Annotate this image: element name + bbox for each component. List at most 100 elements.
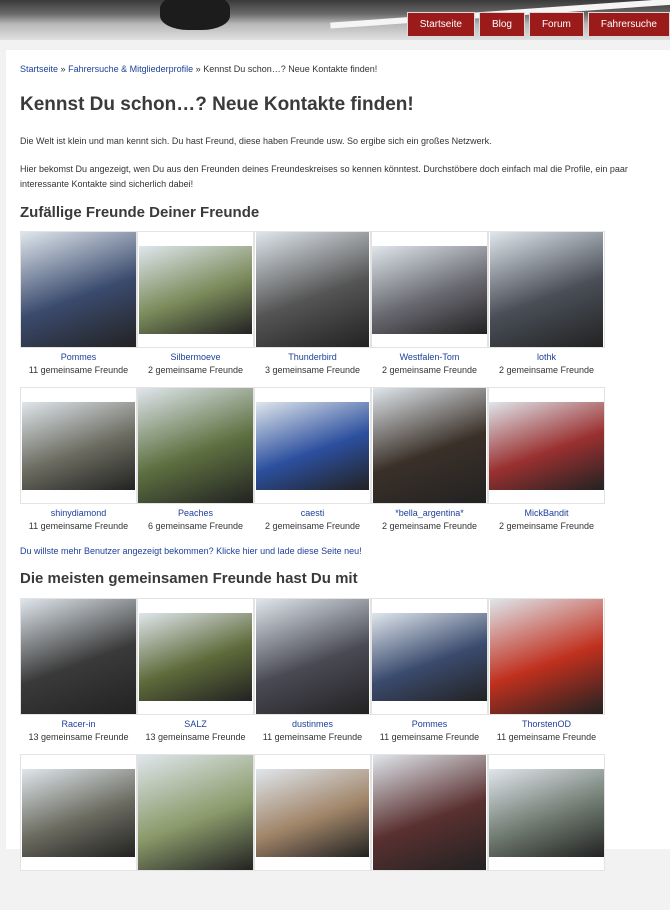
friend-photo[interactable] [137,231,254,348]
friend-name-link[interactable] [137,875,254,887]
friend-name-link[interactable] [254,875,371,887]
friend-name-link[interactable]: Racer-in [20,719,137,731]
friend-card: SALZ 13 gemeinsame Freunde [137,598,254,754]
profile-image [256,599,369,714]
friend-photo[interactable] [254,387,371,504]
friend-card: Westfalen-Tom 2 gemeinsame Freunde [371,231,488,387]
friend-photo[interactable] [254,754,371,871]
friend-name-link[interactable]: Westfalen-Tom [371,352,488,364]
friend-photo[interactable] [371,754,488,871]
friend-photo[interactable] [20,387,137,504]
friend-photo[interactable] [488,598,605,715]
friend-name-link[interactable]: dustinmes [254,719,371,731]
friend-photo[interactable] [371,231,488,348]
breadcrumb-separator: » [60,64,66,74]
friend-name-link[interactable]: caesti [254,508,371,520]
reload-link[interactable]: Du willste mehr Benutzer angezeigt bekom… [20,546,362,556]
intro-text-1: Die Welt ist klein und man kennt sich. D… [20,136,492,146]
friend-card: Pommes 11 gemeinsame Freunde [371,598,488,754]
profile-image [22,768,135,857]
friend-card: caesti 2 gemeinsame Freunde [254,387,371,543]
friend-card: ThorstenOD 11 gemeinsame Freunde [488,598,605,754]
friend-card [488,754,605,910]
mutual-friends-count: 11 gemeinsame Freunde [496,732,597,742]
profile-image [21,599,136,714]
profile-image [139,245,252,334]
mutual-friends-count: 11 gemeinsame Freunde [28,365,129,375]
friend-photo[interactable] [488,754,605,871]
friend-name-link[interactable]: Silbermoeve [137,352,254,364]
nav-fahrersuche[interactable]: Fahrersuche [587,12,670,37]
top-friends-grid: Racer-in 13 gemeinsame Freunde SALZ 13 geme… [20,598,605,910]
mutual-friends-count: 6 gemeinsame Freunde [147,521,244,531]
friend-name-link[interactable]: Thunderbird [254,352,371,364]
profile-image [138,388,253,503]
friend-photo[interactable] [137,598,254,715]
profile-image [256,401,369,490]
friend-card: Thunderbird 3 gemeinsame Freunde [254,231,371,387]
friend-name-link[interactable]: MickBandit [488,508,605,520]
friend-card: dustinmes 11 gemeinsame Freunde [254,598,371,754]
friend-card: Peaches 6 gemeinsame Freunde [137,387,254,543]
friend-card [254,754,371,910]
nav-forum[interactable]: Forum [528,12,584,37]
random-friends-grid: Pommes 11 gemeinsame Freunde Silbermoeve 2 … [20,231,605,543]
breadcrumb: Startseite » Fahrersuche & Mitgliederpro… [20,64,377,74]
friend-photo[interactable] [371,598,488,715]
friend-photo[interactable] [137,754,254,871]
friend-card: lothk 2 gemeinsame Freunde [488,231,605,387]
friend-name-link[interactable] [20,875,137,887]
friend-name-link[interactable]: ThorstenOD [488,719,605,731]
friend-card: Racer-in 13 gemeinsame Freunde [20,598,137,754]
mutual-friends-count: 2 gemeinsame Freunde [498,365,595,375]
friend-photo[interactable] [488,231,605,348]
mutual-friends-count: 3 gemeinsame Freunde [264,365,361,375]
mutual-friends-count: 2 gemeinsame Freunde [147,365,244,375]
friend-name-link[interactable]: Pommes [20,352,137,364]
friend-name-link[interactable]: lothk [488,352,605,364]
section-top-friends-title: Die meisten gemeinsamen Freunde hast Du … [20,570,358,587]
profile-image [372,245,487,334]
friend-photo[interactable] [137,387,254,504]
section-random-friends-title: Zufällige Freunde Deiner Freunde [20,204,260,221]
friend-name-link[interactable]: Pommes [371,719,488,731]
friend-photo[interactable] [254,231,371,348]
main-content: Startseite » Fahrersuche & Mitgliederpro… [6,50,670,871]
profile-image [489,401,604,490]
profile-image [490,232,603,347]
mutual-friends-count: 2 gemeinsame Freunde [264,521,361,531]
motorcycle-graphic [160,0,230,30]
profile-image [21,232,136,347]
page-title: Kennst Du schon…? Neue Kontakte finden! [20,94,414,115]
friend-photo[interactable] [20,754,137,871]
profile-image [139,612,252,701]
profile-image [489,768,604,857]
friend-photo[interactable] [254,598,371,715]
profile-image [373,388,486,503]
friend-photo[interactable] [371,387,488,504]
breadcrumb-home[interactable]: Startseite [20,64,58,74]
friend-photo[interactable] [20,231,137,348]
breadcrumb-section[interactable]: Fahrersuche & Mitgliederprofile [68,64,193,74]
nav-blog[interactable]: Blog [478,12,525,37]
friend-card: Silbermoeve 2 gemeinsame Freunde [137,231,254,387]
friend-name-link[interactable] [371,875,488,887]
profile-image [256,768,369,857]
mutual-friends-count: 2 gemeinsame Freunde [498,521,595,531]
friend-name-link[interactable]: *bella_argentina* [371,508,488,520]
friend-photo[interactable] [20,598,137,715]
mutual-friends-count: 13 gemeinsame Freunde [28,732,129,742]
friend-name-link[interactable]: SALZ [137,719,254,731]
profile-image [372,612,487,701]
site-header: Startseite Blog Forum Fahrersuche [0,0,670,40]
friend-name-link[interactable]: shinydiamond [20,508,137,520]
friend-photo[interactable] [488,387,605,504]
mutual-friends-count: 2 gemeinsame Freunde [381,365,478,375]
main-nav: Startseite Blog Forum Fahrersuche [406,12,670,37]
friend-name-link[interactable] [488,875,605,887]
friend-name-link[interactable]: Peaches [137,508,254,520]
friend-card: shinydiamond 11 gemeinsame Freunde [20,387,137,543]
nav-startseite[interactable]: Startseite [406,12,475,37]
mutual-friends-count: 11 gemeinsame Freunde [379,732,480,742]
friend-card: *bella_argentina* 2 gemeinsame Freunde [371,387,488,543]
